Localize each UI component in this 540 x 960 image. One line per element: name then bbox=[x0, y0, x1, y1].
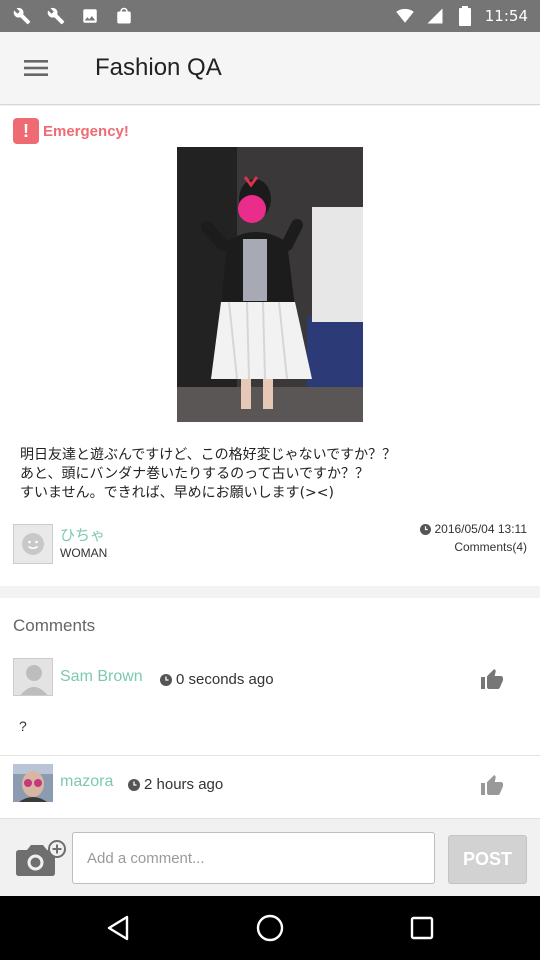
home-button[interactable] bbox=[254, 912, 286, 944]
comment-author[interactable]: Sam Brown bbox=[60, 668, 143, 686]
author-name[interactable]: ひちゃ bbox=[60, 524, 105, 545]
page-title: Fashion QA bbox=[95, 54, 222, 81]
clock-icon bbox=[420, 523, 432, 535]
user-photo-icon bbox=[13, 764, 53, 802]
back-triangle-icon bbox=[107, 915, 129, 941]
wrench-icon bbox=[46, 6, 66, 26]
author-gender: WOMAN bbox=[60, 546, 108, 560]
user-silhouette-icon bbox=[14, 659, 52, 695]
back-button[interactable] bbox=[102, 912, 134, 944]
comment-time-text: 2 hours ago bbox=[144, 776, 224, 793]
emergency-label: Emergency! bbox=[43, 122, 129, 140]
comment-divider bbox=[0, 755, 540, 756]
comment-input[interactable] bbox=[72, 832, 435, 884]
avatar[interactable] bbox=[13, 764, 53, 802]
section-divider bbox=[0, 586, 540, 598]
clock-icon bbox=[160, 673, 172, 686]
wifi-icon bbox=[395, 6, 415, 26]
comment-item: Sam Brown 0 seconds ago ? bbox=[0, 656, 540, 756]
comment-input-bar: POST bbox=[0, 818, 540, 896]
post-date: 2016/05/04 13:11 bbox=[420, 522, 527, 536]
add-photo-button[interactable] bbox=[12, 839, 66, 879]
post-button[interactable]: POST bbox=[448, 835, 527, 884]
comment-text: ? bbox=[19, 718, 27, 734]
signal-icon bbox=[425, 6, 445, 26]
post-date-text: 2016/05/04 13:11 bbox=[434, 522, 527, 536]
like-button[interactable] bbox=[480, 774, 504, 798]
comment-time: 2 hours ago bbox=[128, 776, 223, 793]
gallery-icon bbox=[80, 6, 100, 26]
status-bar: 11:54 bbox=[0, 0, 540, 32]
author-avatar[interactable] bbox=[13, 524, 53, 564]
bag-icon bbox=[114, 6, 134, 26]
comments-count[interactable]: Comments(4) bbox=[454, 540, 527, 554]
app-bar: Fashion QA bbox=[0, 32, 540, 105]
post-body: 明日友達と遊ぶんですけど、この格好変じゃないですか？？ あと、頭にバンダナ巻いた… bbox=[20, 447, 397, 501]
smiley-icon bbox=[22, 533, 44, 555]
system-nav-bar bbox=[0, 896, 540, 960]
clock-time: 11:54 bbox=[484, 7, 528, 25]
menu-button[interactable] bbox=[16, 52, 56, 84]
post-photo[interactable] bbox=[177, 147, 363, 422]
comment-time: 0 seconds ago bbox=[160, 671, 274, 688]
camera-add-icon bbox=[16, 840, 66, 876]
comments-header: Comments bbox=[13, 616, 96, 635]
thumbs-up-icon bbox=[481, 669, 503, 689]
exclamation-icon: ! bbox=[13, 118, 39, 144]
recents-square-icon bbox=[410, 916, 434, 940]
comment-time-text: 0 seconds ago bbox=[176, 671, 274, 688]
wrench-icon bbox=[12, 6, 32, 26]
avatar[interactable] bbox=[13, 658, 53, 696]
battery-icon bbox=[455, 6, 475, 26]
recents-button[interactable] bbox=[406, 912, 438, 944]
like-button[interactable] bbox=[480, 668, 504, 692]
thumbs-up-icon bbox=[481, 775, 503, 795]
home-circle-icon bbox=[256, 914, 284, 942]
comment-author[interactable]: mazora bbox=[60, 773, 113, 791]
question-post: ! Emergency! 明日友達と遊ぶんですけど、この格好変じゃないですか？？… bbox=[0, 106, 540, 586]
clock-icon bbox=[128, 778, 140, 791]
emergency-tag: ! Emergency! bbox=[13, 118, 129, 144]
hamburger-menu-icon bbox=[24, 60, 48, 76]
comment-item: mazora 2 hours ago bbox=[0, 762, 540, 818]
